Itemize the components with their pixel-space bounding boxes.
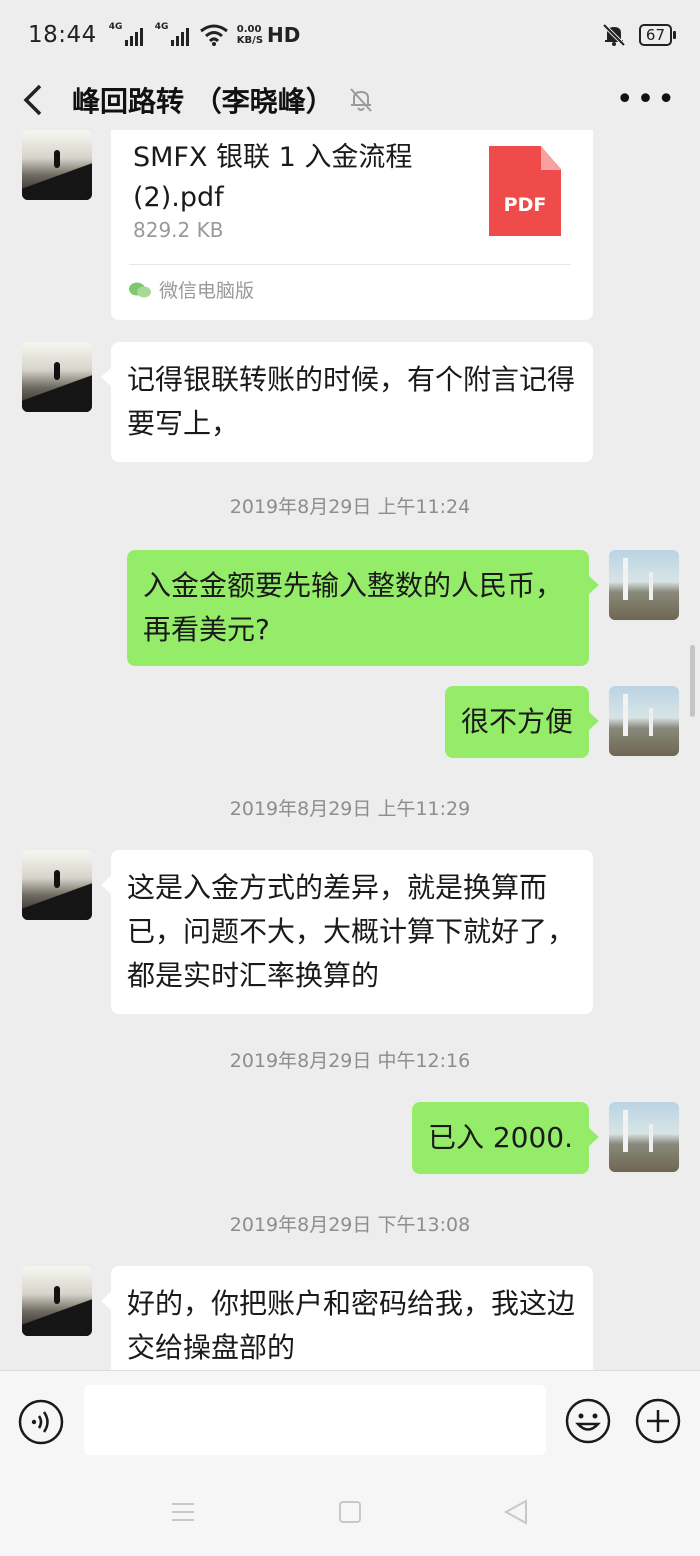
my-avatar[interactable]: [609, 550, 679, 620]
back-icon[interactable]: [22, 83, 44, 117]
timestamp: 2019年8月29日 上午11:24: [229, 496, 471, 518]
speed-value: 0.00: [236, 24, 262, 35]
network-type-2: 4G: [154, 22, 169, 32]
network-speed: 0.00 KB/S: [237, 24, 263, 46]
timestamp: 2019年8月29日 上午11:29: [229, 798, 471, 820]
network-type-1: 4G: [108, 22, 123, 32]
timestamp: 2019年8月29日 下午13:08: [229, 1214, 471, 1236]
file-source-label: 微信电脑版: [159, 280, 255, 302]
speed-unit: KB/S: [236, 35, 264, 46]
plus-icon[interactable]: [634, 1397, 682, 1445]
home-icon[interactable]: [338, 1500, 362, 1524]
timestamp: 2019年8月29日 中午12:16: [229, 1050, 471, 1072]
my-avatar[interactable]: [609, 686, 679, 756]
emoji-icon[interactable]: [564, 1397, 612, 1445]
chat-title: 峰回路转 （李晓峰）: [72, 85, 334, 118]
more-icon[interactable]: •••: [616, 85, 678, 115]
wechat-icon: [129, 282, 151, 297]
wifi-icon: [199, 24, 228, 46]
hd-indicator: HD: [267, 23, 301, 47]
chat-header: 峰回路转 （李晓峰） •••: [0, 70, 700, 130]
file-message[interactable]: SMFX 银联 1 入金流程(2).pdf 829.2 KB PDF 微信电脑版: [111, 130, 593, 320]
file-source: 微信电脑版: [129, 276, 254, 303]
mute-bell-icon: [602, 23, 626, 47]
mute-icon: [350, 88, 372, 112]
message-sent[interactable]: 已入 2000.: [411, 1102, 600, 1174]
message-sent[interactable]: 入金金额要先输入整数的人民币，再看美元?: [127, 550, 599, 666]
menu-icon[interactable]: [170, 1500, 196, 1524]
pdf-file-icon: PDF: [489, 146, 561, 236]
status-bar: 18:44 4G 4G 0.00 KB/S HD 67: [0, 0, 700, 70]
battery-icon: 67: [638, 24, 677, 46]
back-triangle-icon[interactable]: [502, 1498, 530, 1526]
my-avatar[interactable]: [609, 1102, 679, 1172]
message-received[interactable]: 记得银联转账的时候，有个附言记得要写上，: [101, 342, 593, 462]
status-time: 18:44: [28, 22, 97, 48]
file-divider: [129, 264, 571, 265]
voice-icon[interactable]: [18, 1399, 64, 1445]
message-sent[interactable]: 很不方便: [444, 686, 600, 758]
input-bar: [0, 1370, 700, 1470]
signal-icon: 4G: [108, 22, 143, 46]
pdf-label: PDF: [503, 194, 547, 216]
signal-icon-2: 4G: [154, 22, 189, 46]
message-received[interactable]: 这是入金方式的差异，就是换算而已，问题不大，大概计算下就好了，都是实时汇率换算的: [101, 850, 593, 1014]
chat-area[interactable]: SMFX 银联 1 入金流程(2).pdf 829.2 KB PDF 微信电脑版…: [0, 130, 700, 1370]
contact-avatar[interactable]: [22, 1266, 92, 1336]
system-nav-bar: [0, 1470, 700, 1556]
contact-avatar[interactable]: [22, 130, 92, 200]
message-input[interactable]: [84, 1385, 546, 1455]
file-size: 829.2 KB: [133, 218, 224, 242]
scrollbar[interactable]: [690, 645, 695, 717]
file-name: SMFX 银联 1 入金流程(2).pdf: [133, 142, 413, 213]
contact-avatar[interactable]: [22, 850, 92, 920]
message-received[interactable]: 好的，你把账户和密码给我，我这边交给操盘部的: [101, 1266, 593, 1370]
contact-avatar[interactable]: [22, 342, 92, 412]
